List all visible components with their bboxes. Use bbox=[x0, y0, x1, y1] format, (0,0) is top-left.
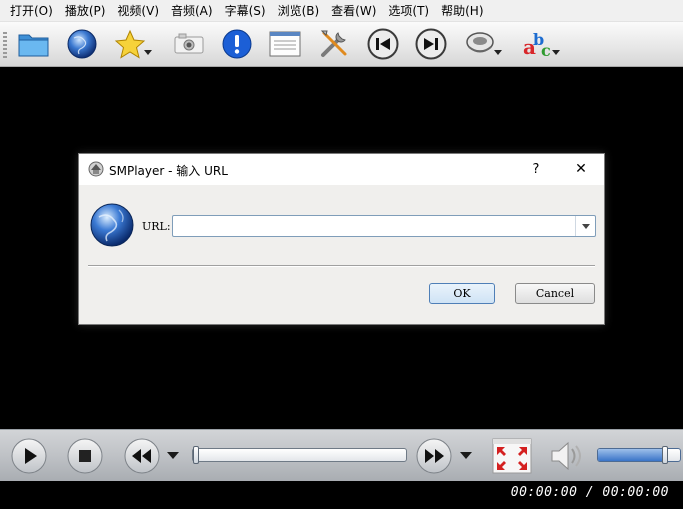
open-url-button[interactable] bbox=[64, 27, 100, 61]
menu-bar: 打开(O) 播放(P) 视频(V) 音频(A) 字幕(S) 浏览(B) 查看(W… bbox=[0, 0, 683, 22]
menu-subtitles[interactable]: 字幕(S) bbox=[219, 0, 272, 22]
info-button[interactable] bbox=[219, 27, 255, 61]
previous-icon bbox=[367, 28, 399, 60]
help-button[interactable]: ? bbox=[525, 154, 547, 185]
open-folder-icon bbox=[18, 34, 49, 57]
url-combobox[interactable] bbox=[172, 215, 596, 237]
volume-fill bbox=[598, 449, 666, 461]
stop-icon bbox=[79, 450, 91, 462]
favorites-star-icon bbox=[114, 29, 146, 59]
chevron-down-icon[interactable] bbox=[494, 50, 502, 55]
next-button[interactable] bbox=[413, 27, 449, 61]
preferences-tools-icon bbox=[320, 30, 347, 57]
previous-button[interactable] bbox=[365, 27, 401, 61]
chevron-down-icon bbox=[581, 223, 590, 229]
audio-track-button[interactable] bbox=[462, 27, 502, 61]
stop-button[interactable] bbox=[66, 437, 104, 475]
menu-play[interactable]: 播放(P) bbox=[59, 0, 112, 22]
menu-video[interactable]: 视频(V) bbox=[111, 0, 165, 22]
control-bar bbox=[0, 429, 683, 481]
info-icon bbox=[222, 29, 252, 59]
playlist-icon bbox=[269, 31, 301, 57]
ok-button[interactable]: OK bbox=[429, 283, 495, 304]
volume-handle[interactable] bbox=[662, 446, 668, 464]
forward-button[interactable] bbox=[415, 437, 453, 475]
url-input[interactable] bbox=[175, 217, 571, 235]
screenshot-camera-icon bbox=[174, 33, 204, 54]
mute-button[interactable] bbox=[546, 437, 584, 475]
menu-open[interactable]: 打开(O) bbox=[4, 0, 59, 22]
smplayer-app-icon bbox=[88, 161, 104, 177]
seek-handle[interactable] bbox=[193, 446, 199, 464]
audio-icon bbox=[466, 32, 494, 53]
volume-slider[interactable] bbox=[597, 446, 681, 464]
screenshot-button[interactable] bbox=[171, 27, 207, 61]
open-file-button[interactable] bbox=[16, 27, 52, 61]
open-url-dialog: SMPlayer - 输入 URL ? ✕ URL: OK Cancel bbox=[78, 153, 605, 325]
subtitles-button[interactable]: a b c bbox=[520, 27, 560, 61]
next-icon bbox=[415, 28, 447, 60]
fullscreen-button[interactable] bbox=[492, 438, 532, 474]
cancel-button[interactable]: Cancel bbox=[515, 283, 595, 304]
dialog-separator bbox=[88, 265, 595, 267]
dialog-titlebar[interactable]: SMPlayer - 输入 URL ? ✕ bbox=[79, 154, 604, 185]
preferences-button[interactable] bbox=[316, 27, 352, 61]
rewind-button[interactable] bbox=[123, 437, 161, 475]
main-toolbar: a b c bbox=[0, 22, 683, 67]
globe-icon bbox=[67, 29, 97, 59]
url-dropdown-button[interactable] bbox=[575, 216, 595, 236]
menu-help[interactable]: 帮助(H) bbox=[435, 0, 489, 22]
time-display: 00:00:00 / 00:00:00 bbox=[510, 485, 669, 500]
menu-audio[interactable]: 音频(A) bbox=[165, 0, 219, 22]
favorites-button[interactable] bbox=[112, 27, 152, 61]
playlist-button[interactable] bbox=[267, 27, 303, 61]
play-button[interactable] bbox=[10, 437, 48, 475]
dialog-title: SMPlayer - 输入 URL bbox=[109, 164, 228, 178]
menu-view[interactable]: 查看(W) bbox=[325, 0, 382, 22]
globe-icon bbox=[90, 203, 134, 247]
chevron-down-icon[interactable] bbox=[144, 50, 152, 55]
chevron-down-icon[interactable] bbox=[552, 50, 560, 55]
forward-options-chevron-icon[interactable] bbox=[460, 452, 472, 459]
toolbar-grip[interactable] bbox=[3, 32, 7, 58]
svg-text:c: c bbox=[541, 41, 551, 60]
menu-browse[interactable]: 浏览(B) bbox=[272, 0, 326, 22]
rewind-options-chevron-icon[interactable] bbox=[167, 452, 179, 459]
dialog-body: URL: OK Cancel bbox=[79, 185, 604, 324]
close-button[interactable]: ✕ bbox=[563, 154, 599, 185]
seek-slider[interactable] bbox=[192, 446, 407, 464]
status-bar: 00:00:00 / 00:00:00 bbox=[0, 481, 683, 509]
menu-options[interactable]: 选项(T) bbox=[382, 0, 435, 22]
subtitles-icon: a b c bbox=[523, 30, 551, 60]
speaker-icon bbox=[551, 441, 581, 471]
url-label: URL: bbox=[142, 220, 171, 233]
